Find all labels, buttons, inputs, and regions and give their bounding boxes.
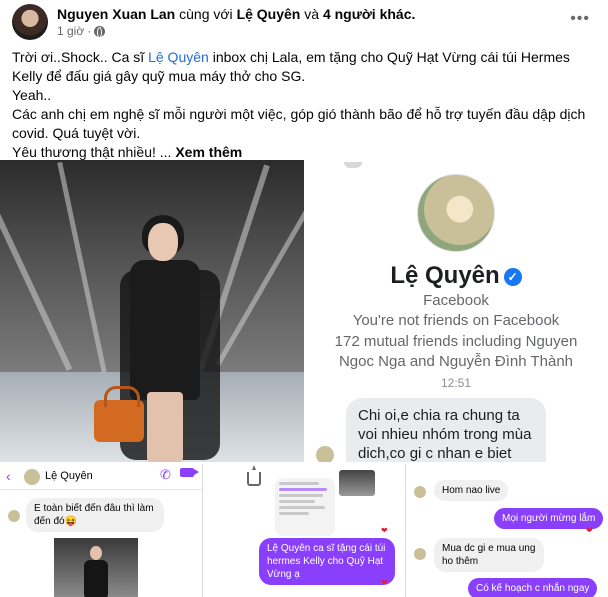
post-header: Nguyen Xuan Lan cùng với Lệ Quyên và 4 n… — [0, 0, 608, 40]
sender-avatar — [8, 510, 20, 522]
stage-beam — [0, 169, 73, 371]
outgoing-message: Lệ Quyên ca sĩ tặng cái túi hermes Kelly… — [259, 538, 395, 585]
photo-grid: Lệ Quyên ✓ Facebook You're not friends on… — [0, 160, 608, 597]
sender-avatar — [414, 486, 426, 498]
mutual-friends: 172 mutual friends including Nguyen Ngoc… — [334, 333, 578, 370]
meta-separator: · — [87, 24, 92, 38]
friend-status: You're not friends on Facebook — [352, 312, 560, 329]
chat-screenshot-2[interactable]: ❤ Lệ Quyên ca sĩ tặng cái túi hermes Kel… — [203, 464, 405, 597]
incoming-message: E toàn biết đến đâu thì làm đến đó😝 — [26, 498, 164, 532]
incoming-message: Chi oi,e chia ra chung ta voi nhieu nhóm… — [346, 398, 546, 462]
profile-avatar — [417, 174, 495, 252]
post-line-1: Trời ơi..Shock.. Ca sĩ Lệ Quyên inbox ch… — [12, 48, 598, 86]
globe-icon — [94, 25, 106, 38]
sender-avatar — [414, 548, 426, 560]
message-timestamp: 12:51 — [440, 376, 472, 390]
profile-name: Lệ Quyên ✓ — [304, 262, 608, 290]
person-legs — [147, 392, 183, 462]
phone-icon[interactable]: ✆ — [160, 467, 171, 483]
preview-line — [279, 488, 327, 491]
outgoing-message: Có kế hoạch c nhắn ngay — [468, 578, 598, 597]
preview-line — [279, 500, 315, 503]
post-time[interactable]: 1 giờ — [57, 24, 84, 38]
incoming-message: Hom nao live — [434, 480, 509, 501]
author-line: Nguyen Xuan Lan cùng với Lệ Quyên và 4 n… — [57, 6, 415, 22]
post-meta: 1 giờ · — [57, 24, 106, 38]
more-options-icon[interactable]: ••• — [570, 10, 590, 28]
post-line-4-text: Yêu thương thật nhiều! ... — [12, 144, 172, 160]
cropped-avatar — [344, 162, 362, 168]
photo-singer-with-bag[interactable] — [0, 160, 304, 462]
person-body — [130, 260, 200, 400]
person-body — [84, 560, 108, 597]
author-avatar[interactable] — [12, 4, 48, 40]
messenger-profile-screenshot[interactable]: Lệ Quyên ✓ Facebook You're not friends on… — [304, 160, 608, 462]
profile-platform: Facebook — [423, 292, 489, 309]
messenger-header: ‹ Lệ Quyên ✆ — [0, 464, 202, 490]
video-call-icon[interactable] — [180, 468, 199, 477]
heart-reaction-icon: ❤ — [381, 578, 388, 587]
tagged-name[interactable]: Lệ Quyên — [237, 6, 301, 22]
shared-photo — [54, 538, 138, 597]
preview-line — [279, 494, 323, 497]
person-face — [90, 546, 102, 560]
orange-handbag — [94, 386, 144, 442]
preview-line — [279, 506, 325, 509]
and-text: và — [304, 6, 320, 22]
profile-name-text: Lệ Quyên — [390, 262, 500, 289]
incoming-message: Mua dc gi e mua ung ho thêm — [434, 538, 544, 572]
post-line-2: Yeah.. — [12, 87, 52, 103]
forwarded-photo-thumbnail — [339, 470, 375, 496]
back-arrow-icon[interactable]: ‹ — [6, 468, 11, 484]
post-line-1-prefix: Trời ơi..Shock.. Ca sĩ — [12, 49, 145, 65]
forwarded-post-preview — [275, 478, 335, 536]
others-link[interactable]: 4 người khác. — [323, 6, 415, 22]
preview-line — [279, 512, 309, 515]
with-text: cùng với — [179, 6, 233, 22]
mention-link[interactable]: Lệ Quyên — [148, 49, 209, 65]
see-more-link[interactable]: Xem thêm — [175, 144, 242, 160]
contact-avatar — [24, 469, 40, 485]
post-text: Trời ơi..Shock.. Ca sĩ Lệ Quyên inbox ch… — [12, 48, 598, 162]
post-line-3: Các anh chị em nghệ sĩ mỗi người một việ… — [12, 106, 586, 141]
heart-reaction-icon: ❤ — [586, 526, 593, 535]
chat-screenshot-1[interactable]: ‹ Lệ Quyên ✆ E toàn biết đến đâu thì làm… — [0, 464, 202, 597]
stage-beam — [57, 161, 108, 379]
contact-name: Lệ Quyên — [45, 470, 93, 482]
verified-badge-icon: ✓ — [503, 267, 522, 286]
person-face — [148, 223, 178, 261]
author-name[interactable]: Nguyen Xuan Lan — [57, 6, 175, 22]
sender-avatar — [316, 446, 334, 462]
share-icon[interactable] — [247, 465, 261, 486]
heart-reaction-icon: ❤ — [381, 526, 388, 535]
preview-line — [279, 482, 319, 485]
chat-screenshot-3[interactable]: Hom nao live Mọi người mừng lắm ❤ Mua dc… — [406, 464, 608, 597]
